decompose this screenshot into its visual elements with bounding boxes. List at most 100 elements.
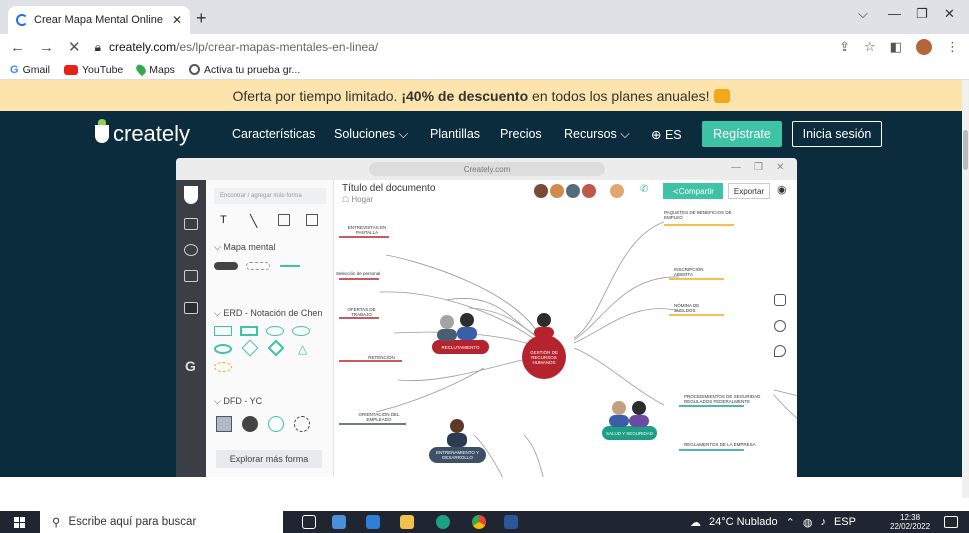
app-minimize-icon: —	[731, 162, 741, 173]
close-tab-icon[interactable]: ✕	[172, 13, 182, 27]
volume-icon[interactable]: ♪	[820, 516, 826, 528]
section-dfd: ⌵ DFD - YC	[214, 396, 263, 406]
file-explorer-icon[interactable]	[400, 515, 414, 529]
lock-icon: 🔒︎	[94, 39, 101, 54]
tray-expand-icon[interactable]: ⌃	[786, 516, 795, 529]
globe-icon	[188, 64, 200, 75]
promo-banner[interactable]: Oferta por tiempo limitado. ¡40% de desc…	[0, 80, 962, 111]
page-scrollbar[interactable]	[962, 80, 969, 498]
shapes-icon	[184, 302, 198, 314]
mm-label: PAQUETES DE BENEFICIOS DE EMPLEO	[664, 210, 732, 220]
url-host: creately.com	[108, 40, 177, 54]
menu-icon[interactable]: ⋮	[946, 39, 959, 55]
url-field[interactable]: 🔒︎ creately.com/es/lp/crear-mapas-mental…	[95, 40, 826, 55]
erd-multivalue	[214, 344, 232, 354]
cloud-icon: ☁	[690, 516, 701, 529]
app-titlebar: Creately.com — ❐ ✕	[176, 158, 797, 180]
dfd-entity	[216, 416, 232, 432]
bookmark-trial[interactable]: Activa tu prueba gr...	[188, 64, 300, 76]
browser-tab[interactable]: Crear Mapa Mental Online | Prog ✕	[8, 6, 190, 34]
text-tool-icon: T	[220, 214, 227, 226]
restore-icon[interactable]: ❐	[916, 6, 928, 22]
address-bar-row: ← → ✕ 🔒︎ creately.com/es/lp/crear-mapas-…	[0, 34, 969, 60]
url-path: /es/lp/crear-mapas-mentales-en-linea/	[176, 40, 379, 54]
bookmarks-bar: G Gmail YouTube Maps Activa tu prueba gr.…	[0, 60, 969, 80]
nav-pricing[interactable]: Precios	[500, 127, 542, 141]
nav-templates[interactable]: Plantillas	[430, 127, 480, 141]
mm-node-recruitment: RECLUTAMIENTO	[441, 344, 480, 350]
mm-label: ORIENTACIÓN DEL EMPLEADO	[358, 412, 400, 422]
mm-label: OFERTAS DE TRABAJO	[347, 307, 376, 317]
word-icon[interactable]	[504, 515, 518, 529]
mm-label: RETENCIÓN	[368, 355, 395, 360]
app-close-icon: ✕	[776, 162, 785, 173]
windows-start-icon[interactable]	[14, 517, 25, 528]
mm-center-node: GESTIÓN DE RECURSOS HUMANOS	[530, 349, 558, 365]
site-nav: creately Características Soluciones ⌵ Pl…	[0, 119, 962, 149]
back-icon[interactable]: ←	[10, 39, 25, 56]
note-tool-icon	[278, 214, 290, 226]
window-close-icon[interactable]: ✕	[944, 6, 955, 22]
mm-label: ENTREVISTAS EN PANTALLA	[347, 225, 387, 235]
system-tray: ☁ 24°C Nublado ⌃ ◍ ♪ ESP	[690, 511, 856, 533]
chrome-icon[interactable]	[472, 515, 486, 529]
taskbar-search[interactable]: ⚲ Escribe aquí para buscar	[40, 511, 283, 533]
nav-features[interactable]: Características	[232, 127, 315, 141]
login-button[interactable]: Inicia sesión	[792, 121, 882, 147]
shape-panel-icon	[774, 294, 786, 306]
bookmark-maps[interactable]: Maps	[134, 62, 175, 77]
edge-icon[interactable]	[436, 515, 450, 529]
register-button[interactable]: Regístrate	[702, 121, 782, 147]
sidepanel-icon[interactable]: ◧	[890, 39, 902, 55]
share-page-icon[interactable]: ⇪	[839, 39, 850, 55]
profile-avatar[interactable]	[916, 39, 932, 55]
palette-icon	[774, 320, 786, 332]
creately-logo[interactable]: creately	[95, 119, 190, 147]
erd-identifying	[267, 339, 285, 357]
erd-relationship	[241, 339, 259, 357]
mm-label: Selección de personal	[336, 271, 381, 276]
dfd-store	[268, 416, 284, 432]
youtube-icon	[63, 64, 78, 75]
nav-language[interactable]: ⊕ ES	[651, 127, 682, 142]
maps-pin-icon	[134, 62, 148, 77]
nav-solutions[interactable]: Soluciones ⌵	[334, 127, 408, 142]
clock[interactable]: 12:38 22/02/2022	[890, 513, 930, 531]
stop-icon[interactable]: ✕	[68, 38, 81, 56]
bookmark-youtube[interactable]: YouTube	[63, 64, 123, 76]
bookmark-star-icon[interactable]: ☆	[864, 39, 876, 55]
weather-text[interactable]: 24°C Nublado	[709, 516, 778, 528]
mm-shape-pill	[214, 262, 238, 270]
notifications-icon[interactable]	[944, 516, 958, 528]
new-tab-icon[interactable]: +	[196, 8, 207, 29]
forward-icon[interactable]: →	[39, 39, 54, 56]
app-logo-icon	[184, 186, 198, 204]
mind-map-connectors	[339, 221, 797, 477]
app-restore-icon: ❐	[754, 162, 763, 173]
explore-shapes-button: Explorar más forma	[216, 450, 322, 468]
mm-label: INSCRIPCIÓN ABIERTA	[674, 267, 704, 277]
shapes-panel: Encontrar / agregar más forma T ╲ ⌵ Mapa…	[206, 180, 334, 477]
network-icon[interactable]: ◍	[803, 516, 813, 529]
line-tool-icon: ╲	[250, 214, 258, 228]
dfd-process	[242, 416, 258, 432]
task-view-icon[interactable]	[302, 515, 316, 529]
layers-icon	[184, 244, 198, 256]
store-icon[interactable]	[332, 515, 346, 529]
bookmark-gmail[interactable]: G Gmail	[10, 64, 50, 76]
language-indicator[interactable]: ESP	[834, 516, 856, 528]
tab-search-icon[interactable]: ⌵	[858, 6, 868, 22]
section-erd: ⌵ ERD - Notación de Chen	[214, 308, 323, 318]
erd-attribute	[266, 326, 284, 336]
folder-icon	[184, 218, 198, 230]
logo-mark-icon	[95, 119, 109, 143]
mail-icon[interactable]	[366, 515, 380, 529]
mm-label: NÓMINA DE SUELDOS	[674, 303, 700, 313]
comment-icon	[774, 345, 786, 357]
tab-title: Crear Mapa Mental Online | Prog	[34, 14, 166, 26]
minimize-icon[interactable]: —	[888, 6, 901, 21]
nav-resources[interactable]: Recursos ⌵	[564, 127, 630, 142]
mm-label: PROCEDIMIENTOS DE SEGURIDAD REGULADOS FE…	[684, 394, 761, 404]
promo-text: Oferta por tiempo limitado. ¡40% de desc…	[232, 87, 710, 104]
shape-search-input: Encontrar / agregar más forma	[214, 188, 326, 204]
